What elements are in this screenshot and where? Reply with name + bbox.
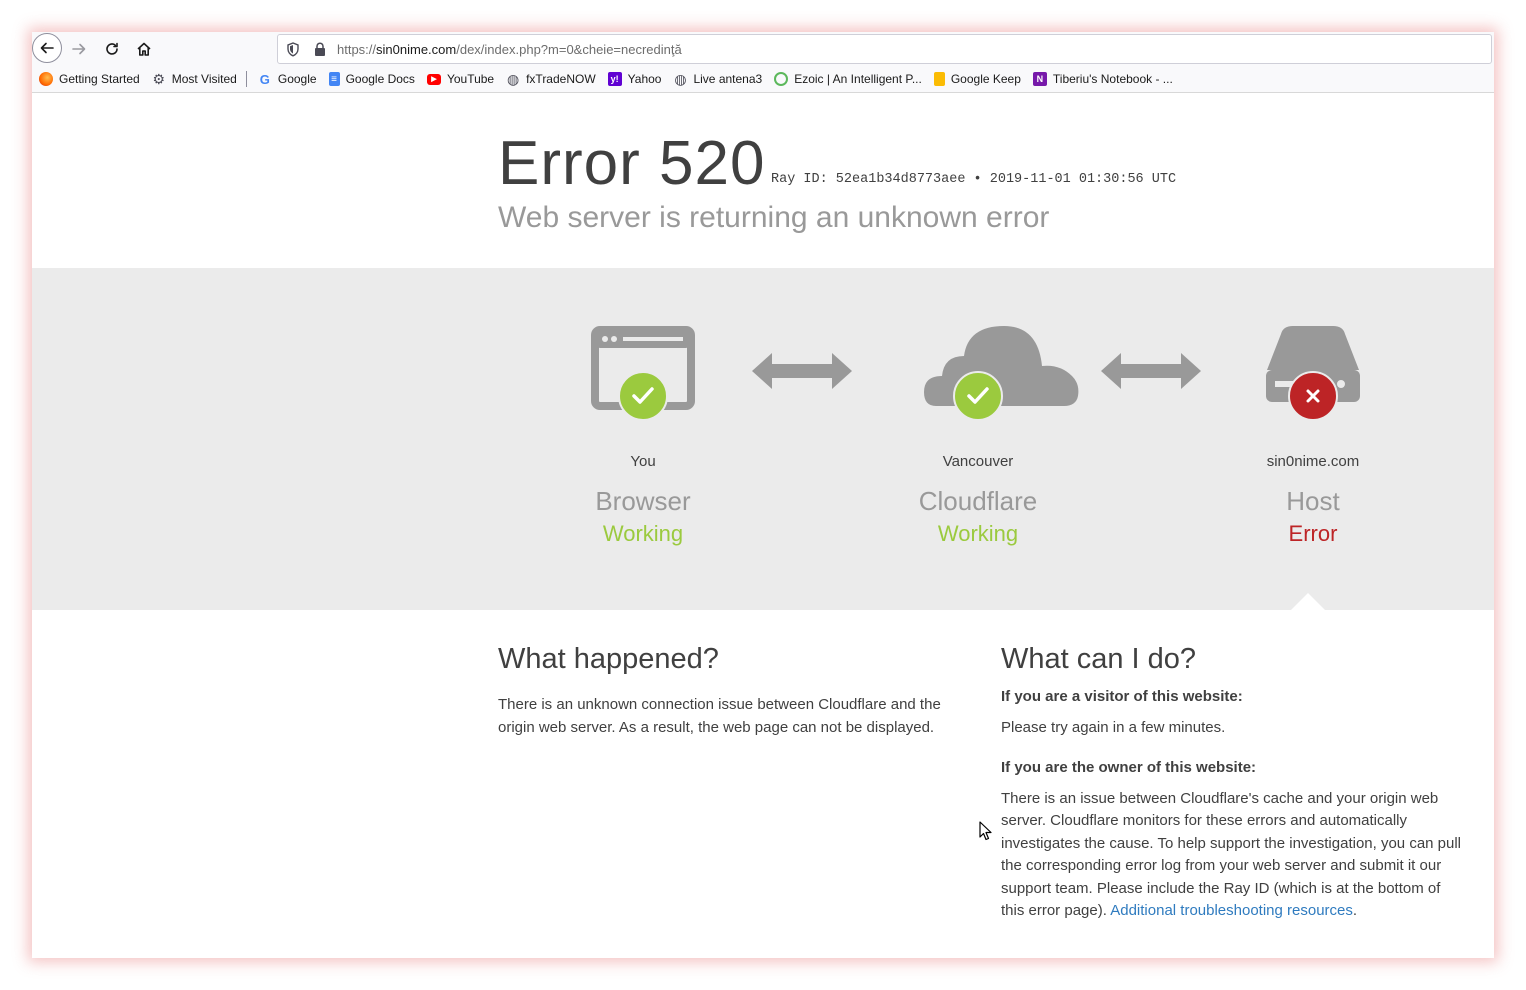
youtube-icon: ▶: [426, 73, 441, 85]
shield-icon[interactable]: [286, 42, 300, 57]
gear-icon: ⚙: [152, 70, 165, 87]
bookmark-label: Most Visited: [171, 72, 237, 86]
check-icon: [953, 371, 1003, 421]
bookmark-label: Yahoo: [627, 72, 662, 86]
check-icon: [618, 371, 668, 421]
bookmark-label: Google Keep: [950, 72, 1021, 86]
arrow-left-icon: [40, 42, 54, 54]
status-diagram: You Browser Working Vancouver Cloudflare…: [32, 268, 1494, 610]
mouse-cursor-icon: [979, 821, 992, 841]
back-button[interactable]: [32, 33, 62, 63]
bookmarks-toolbar: Getting Started ⚙ Most Visited G Google …: [32, 66, 1494, 93]
bookmark-google[interactable]: G Google: [258, 71, 317, 87]
url-text[interactable]: https://sin0nime.com/dex/index.php?m=0&c…: [337, 42, 682, 57]
bookmark-label: Ezoic | An Intelligent P...: [794, 72, 922, 86]
bookmark-label: Getting Started: [59, 72, 140, 86]
node-location: You: [630, 453, 656, 470]
troubleshooting-link[interactable]: Additional troubleshooting resources: [1110, 902, 1353, 919]
error-subtitle: Web server is returning an unknown error: [498, 201, 1050, 234]
bookmark-separator: [245, 71, 247, 87]
owner-body-paragraph: There is an issue between Cloudflare's c…: [1001, 788, 1463, 923]
address-bar[interactable]: https://sin0nime.com/dex/index.php?m=0&c…: [277, 34, 1492, 64]
google-docs-icon: ≡: [328, 72, 340, 86]
owner-heading: If you are the owner of this website:: [1001, 759, 1257, 776]
host-node: sin0nime.com Host Error: [1163, 268, 1463, 610]
node-status: Working: [937, 521, 1019, 546]
bookmark-tiberius-notebook[interactable]: N Tiberiu's Notebook - ...: [1032, 72, 1173, 86]
reload-icon: [106, 42, 118, 55]
error-pointer: [1290, 593, 1326, 611]
what-happened-body: There is an unknown connection issue bet…: [498, 696, 941, 736]
page-content: Error 520 Ray ID: 52ea1b34d8773aee • 201…: [32, 93, 1494, 958]
bookmark-most-visited[interactable]: ⚙ Most Visited: [152, 70, 237, 87]
bookmark-label: YouTube: [446, 72, 495, 86]
visitor-body: Please try again in a few minutes.: [1001, 718, 1226, 736]
onenote-icon: N: [1032, 72, 1047, 86]
bookmark-google-docs[interactable]: ≡ Google Docs: [328, 72, 415, 86]
node-role: Host: [1286, 486, 1340, 516]
error-x-icon: [1288, 371, 1338, 421]
lock-icon[interactable]: [314, 42, 326, 57]
url-domain: sin0nime.com: [376, 42, 457, 57]
navigation-toolbar: https://sin0nime.com/dex/index.php?m=0&c…: [32, 32, 1494, 66]
what-happened-heading: What happened?: [498, 643, 719, 675]
home-icon: [137, 42, 151, 56]
forward-button[interactable]: [64, 34, 94, 64]
node-status: Error: [1288, 521, 1338, 546]
bookmark-label: Google: [277, 72, 317, 86]
bookmark-google-keep[interactable]: Google Keep: [933, 72, 1021, 86]
bookmark-ezoic[interactable]: Ezoic | An Intelligent P...: [774, 72, 922, 86]
url-path: /dex/index.php?m=0&cheie=necredinţă: [456, 42, 682, 57]
what-happened-section: What happened? There is an unknown conne…: [498, 643, 943, 739]
browser-node: You Browser Working: [493, 268, 793, 610]
google-icon: G: [259, 71, 270, 87]
node-location: Vancouver: [942, 453, 1014, 470]
google-keep-icon: [933, 72, 945, 86]
globe-icon: ◍: [674, 70, 687, 87]
arrow-right-icon: [72, 43, 86, 55]
error-title: Error 520: [498, 129, 766, 198]
reload-button[interactable]: [97, 34, 127, 64]
node-status: Working: [602, 521, 684, 546]
yahoo-icon: y!: [607, 72, 622, 86]
bookmark-youtube[interactable]: ▶ YouTube: [426, 72, 495, 86]
ezoic-icon: [774, 72, 789, 86]
bookmark-getting-started[interactable]: Getting Started: [39, 72, 140, 86]
bookmark-label: Tiberiu's Notebook - ...: [1052, 72, 1173, 86]
cloudflare-node: Vancouver Cloudflare Working: [828, 268, 1128, 610]
node-role: Browser: [595, 486, 691, 516]
bookmark-label: Live antena3: [693, 72, 763, 86]
what-can-i-do-heading: What can I do?: [1001, 643, 1197, 675]
node-role: Cloudflare: [918, 486, 1038, 516]
owner-body: There is an issue between Cloudflare's c…: [1001, 789, 1462, 920]
browser-window: https://sin0nime.com/dex/index.php?m=0&c…: [32, 32, 1494, 958]
visitor-heading: If you are a visitor of this website:: [1001, 688, 1243, 705]
firefox-icon: [39, 72, 53, 86]
globe-icon: ◍: [506, 70, 520, 87]
trailing-period: .: [1352, 902, 1358, 919]
bookmark-label: fxTradeNOW: [526, 72, 596, 86]
bookmark-yahoo[interactable]: y! Yahoo: [607, 72, 662, 86]
error-header: Error 520 Ray ID: 52ea1b34d8773aee • 201…: [32, 93, 1494, 268]
ray-id: Ray ID: 52ea1b34d8773aee • 2019-11-01 01…: [771, 172, 1177, 187]
home-button[interactable]: [129, 34, 159, 64]
node-location: sin0nime.com: [1266, 453, 1360, 470]
url-prefix: https://: [337, 42, 377, 57]
bookmark-fxtradenow[interactable]: ◍ fxTradeNOW: [506, 70, 596, 87]
bookmark-label: Google Docs: [345, 72, 415, 86]
bookmark-live-antena3[interactable]: ◍ Live antena3: [673, 70, 763, 87]
what-can-i-do-section: What can I do? If you are a visitor of t…: [1001, 643, 1463, 923]
